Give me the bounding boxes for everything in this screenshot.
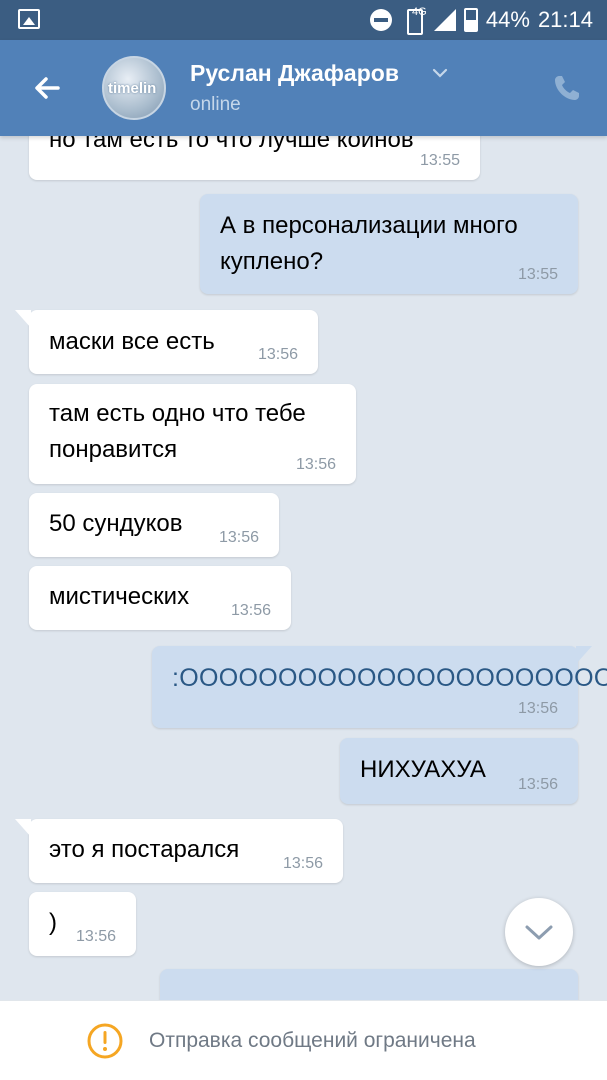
message-bubble-incoming[interactable]: там есть одно что тебе понравится 13:56: [29, 384, 356, 484]
message-text: это я постарался: [49, 836, 240, 863]
chat-header: timelin Руслан Джафаров online: [0, 40, 607, 136]
avatar-text: timelin: [108, 80, 157, 97]
message-text: но там есть то что лучше коинов: [49, 136, 414, 153]
message-time: 13:56: [282, 855, 323, 872]
message-bubble-outgoing[interactable]: :OOOOOOOOOOOOOOOOOOOOOOOOO 13:56: [152, 646, 607, 728]
message-text: :OOOOOOOOOOOOOOOOOOOOOOOOO: [172, 664, 607, 692]
message-bubble-outgoing[interactable]: А в персонализации много куплено? 13:55: [200, 194, 578, 294]
phone-icon[interactable]: [552, 73, 582, 103]
gallery-notification-icon: [18, 9, 40, 29]
message-time: 13:56: [517, 700, 558, 717]
message-bubble-incoming[interactable]: ) 13:56: [29, 892, 136, 956]
chevron-down-icon: [525, 925, 553, 940]
message-bubble-outgoing[interactable]: НИХУАХУА 13:56: [340, 738, 578, 804]
message-bubble-incoming[interactable]: но там есть то что лучше коинов 13:55: [29, 136, 480, 180]
message-bubble-incoming[interactable]: это я постарался 13:56: [15, 819, 343, 883]
message-time: 13:55: [517, 266, 558, 283]
message-time: 13:56: [517, 776, 558, 793]
message-list[interactable]: но там есть то что лучше коинов 13:55 А …: [0, 136, 607, 1000]
message-time: 13:56: [218, 529, 259, 546]
message-time: 13:55: [419, 152, 460, 169]
battery-icon: [463, 8, 478, 32]
message-bubble-outgoing-partial[interactable]: [160, 969, 578, 1000]
chevron-down-icon[interactable]: [432, 65, 448, 81]
scroll-to-bottom-button[interactable]: [505, 898, 573, 966]
warning-icon: [87, 1023, 123, 1059]
message-bubble-incoming[interactable]: мистических 13:56: [29, 566, 291, 630]
restriction-notice: Отправка сообщений ограничена: [149, 1029, 476, 1052]
signal-icon: [433, 9, 456, 31]
message-text: А в персонализации много куплено?: [220, 212, 518, 275]
message-time: 13:56: [295, 456, 336, 473]
message-bubble-incoming[interactable]: 50 сундуков 13:56: [29, 493, 279, 557]
clock: 21:14: [537, 7, 593, 32]
message-bubble-incoming[interactable]: маски все есть 13:56: [15, 310, 318, 374]
back-arrow-icon[interactable]: [28, 68, 68, 108]
contact-name[interactable]: Руслан Джафаров: [190, 60, 399, 87]
message-time: 13:56: [257, 346, 298, 363]
presence-status: online: [190, 94, 241, 115]
network-type: 4G: [412, 6, 427, 18]
status-bar: 44% 21:14 4G: [0, 0, 607, 40]
battery-percent: 44%: [485, 7, 530, 32]
avatar[interactable]: timelin: [102, 56, 166, 120]
message-restriction-bar: Отправка сообщений ограничена: [0, 1000, 607, 1080]
message-time: 13:56: [75, 928, 116, 945]
do-not-disturb-icon: [369, 9, 392, 31]
message-time: 13:56: [230, 602, 271, 619]
